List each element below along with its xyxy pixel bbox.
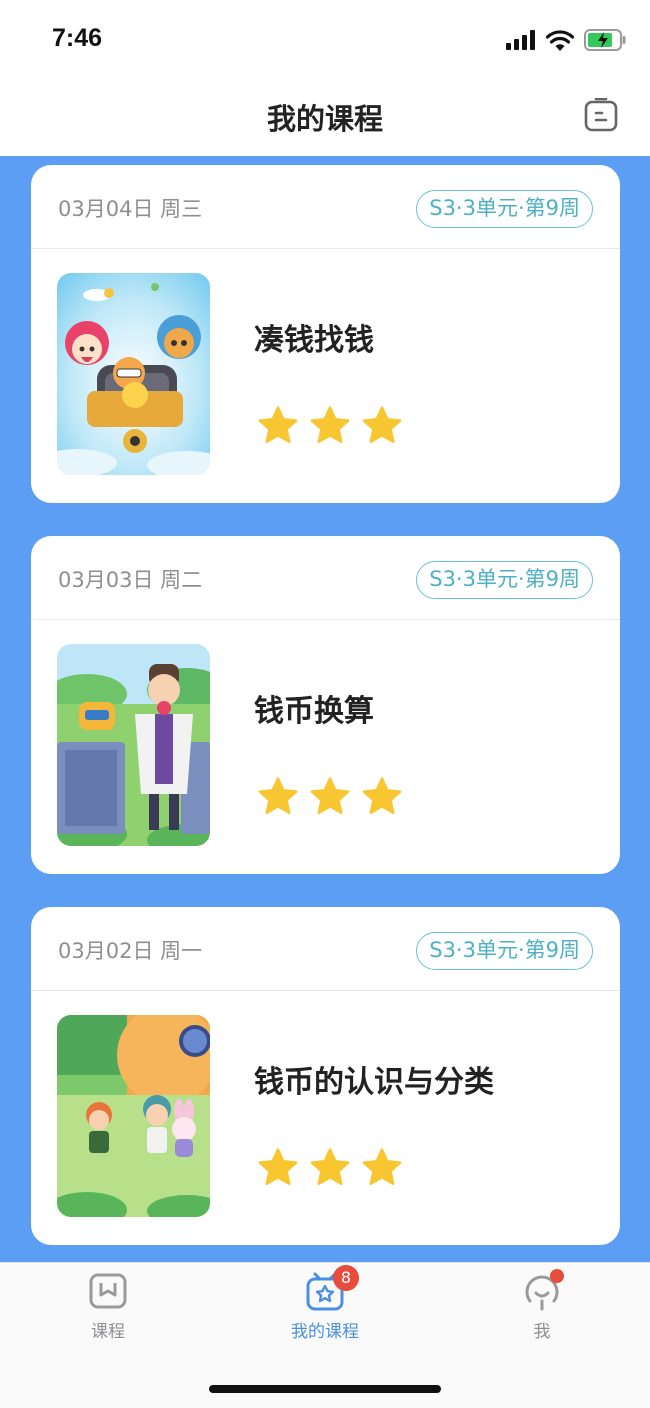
illustration-friends: [57, 1015, 210, 1217]
status-icons: [506, 26, 626, 54]
course-title: 凑钱找钱: [254, 323, 374, 358]
star-icon: [258, 406, 298, 443]
illustration-motorbike: [57, 273, 210, 475]
battery-icon: [584, 29, 626, 51]
course-unit-tag: S3·3单元·第9周: [416, 561, 593, 599]
star-rating: [257, 776, 403, 818]
course-list[interactable]: 03月04日 周三 S3·3单元·第9周 凑钱找钱 03月03日 周二 S3·3…: [0, 156, 650, 1262]
course-card[interactable]: 03月04日 周三 S3·3单元·第9周 凑钱找钱: [31, 165, 620, 503]
page-title: 我的课程: [266, 102, 383, 136]
illustration-professor: [57, 644, 210, 846]
course-unit-tag: S3·3单元·第9周: [416, 932, 593, 970]
signal-icon: [506, 30, 535, 50]
star-icon: [362, 777, 402, 814]
home-indicator[interactable]: [209, 1385, 441, 1393]
status-time: 7:46: [52, 24, 103, 52]
nav-bar: 我的课程: [0, 78, 650, 156]
card-header: 03月02日 周一 S3·3单元·第9周: [31, 907, 620, 991]
tab-course[interactable]: 课程: [43, 1271, 173, 1342]
star-icon: [362, 406, 402, 443]
star-icon: [310, 1148, 350, 1185]
star-icon: [362, 1148, 402, 1185]
tab-label: 我的课程: [291, 1322, 359, 1342]
star-rating: [257, 1147, 403, 1189]
star-icon: [258, 777, 298, 814]
star-icon: [310, 406, 350, 443]
my-course-icon: 8: [305, 1265, 359, 1311]
tab-label: 课程: [91, 1322, 125, 1342]
tab-profile[interactable]: 我: [477, 1269, 607, 1342]
course-thumbnail[interactable]: [57, 273, 210, 475]
star-icon: [310, 777, 350, 814]
course-card[interactable]: 03月03日 周二 S3·3单元·第9周 钱币换算: [31, 536, 620, 874]
course-date: 03月04日 周三: [58, 197, 203, 221]
card-header: 03月03日 周二 S3·3单元·第9周: [31, 536, 620, 620]
course-date: 03月02日 周一: [58, 939, 203, 963]
course-card[interactable]: 03月02日 周一 S3·3单元·第9周 钱币的认识与分类: [31, 907, 620, 1245]
star-icon: [258, 1148, 298, 1185]
tab-label: 我: [533, 1322, 551, 1342]
course-date: 03月03日 周二: [58, 568, 203, 592]
course-thumbnail[interactable]: [57, 644, 210, 846]
star-rating: [257, 405, 403, 447]
schedule-icon: [584, 97, 618, 132]
notification-badge: 8: [333, 1265, 359, 1291]
notification-dot: [550, 1269, 564, 1283]
tab-my-course[interactable]: 8 我的课程: [260, 1265, 390, 1342]
course-unit-tag: S3·3单元·第9周: [416, 190, 593, 228]
wifi-icon: [546, 29, 574, 51]
status-bar: 7:46: [0, 0, 650, 78]
schedule-button[interactable]: [584, 97, 618, 132]
profile-icon: [522, 1269, 564, 1311]
course-title: 钱币的认识与分类: [254, 1065, 494, 1100]
course-icon: [88, 1271, 128, 1311]
course-title: 钱币换算: [254, 694, 374, 729]
course-thumbnail[interactable]: [57, 1015, 210, 1217]
card-header: 03月04日 周三 S3·3单元·第9周: [31, 165, 620, 249]
